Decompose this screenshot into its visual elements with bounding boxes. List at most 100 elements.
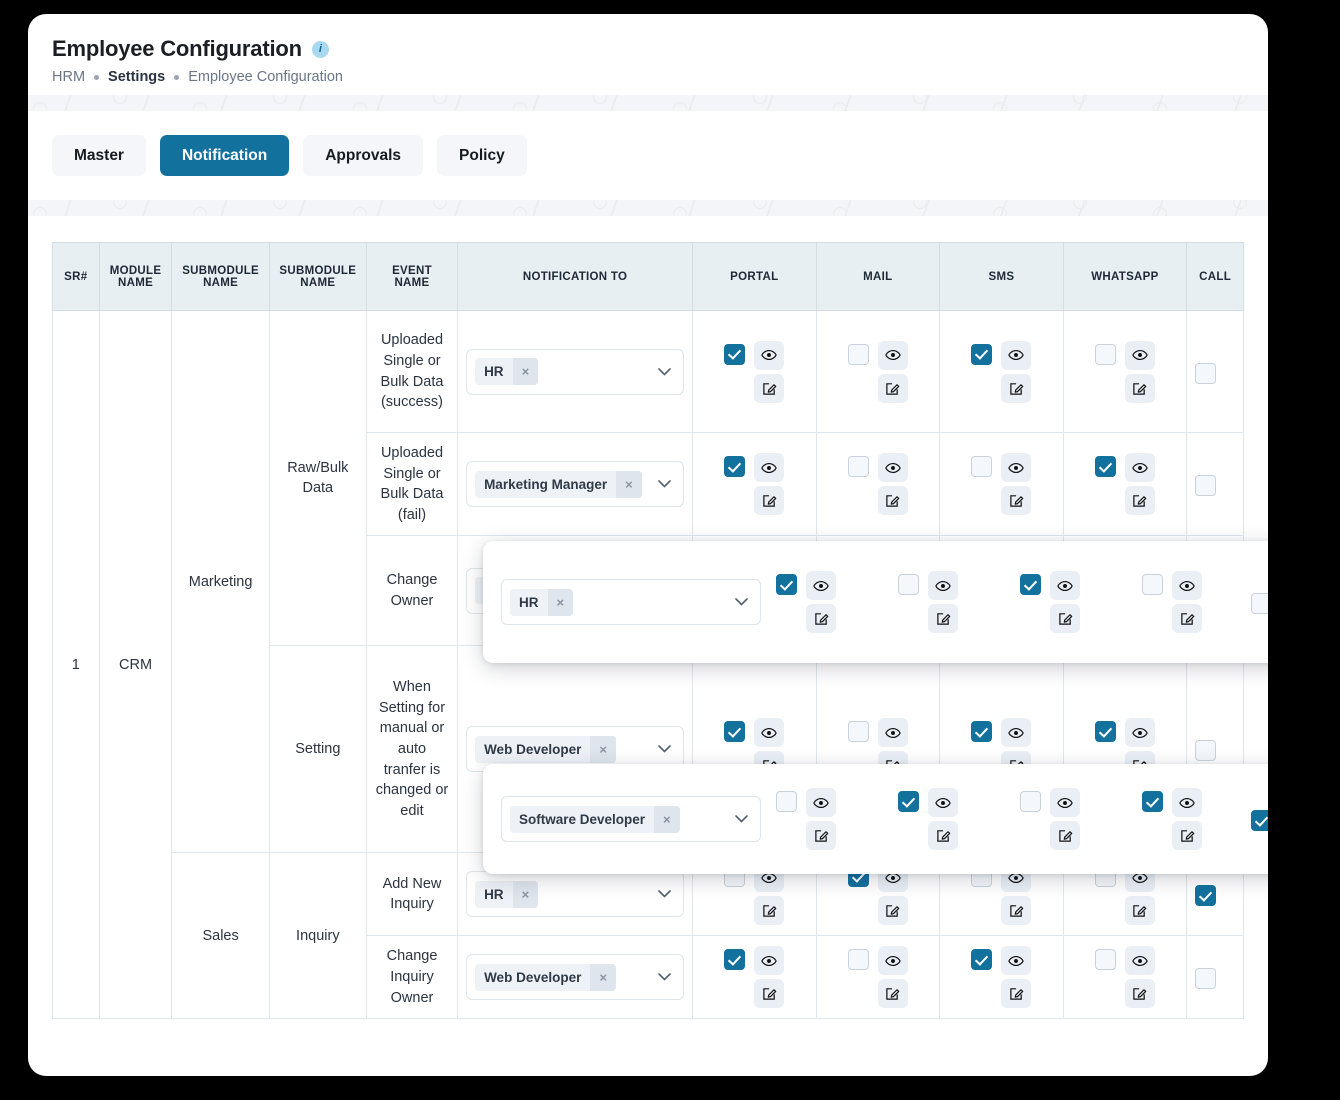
notification-to-overlay-row-3[interactable]: Software Developer ×: [483, 764, 1268, 874]
notification-to-select[interactable]: HR×: [466, 349, 684, 395]
chevron-down-icon[interactable]: [654, 743, 675, 755]
whatsapp-checkbox[interactable]: [1095, 949, 1116, 970]
notification-to-select[interactable]: Marketing Manager×: [466, 461, 684, 507]
sms-checkbox[interactable]: [971, 721, 992, 742]
notification-to-overlay-row-1[interactable]: HR ×: [483, 541, 1268, 663]
breadcrumb-item-settings[interactable]: Settings: [108, 69, 165, 85]
chevron-down-icon[interactable]: [654, 888, 675, 900]
mail-checkbox[interactable]: [848, 949, 869, 970]
eye-icon[interactable]: [1001, 453, 1031, 482]
sms-checkbox[interactable]: [1020, 791, 1041, 812]
eye-icon[interactable]: [928, 788, 958, 817]
edit-icon[interactable]: [1125, 979, 1155, 1008]
eye-icon[interactable]: [806, 788, 836, 817]
eye-icon[interactable]: [1172, 571, 1202, 600]
call-checkbox[interactable]: [1195, 363, 1216, 384]
portal-checkbox[interactable]: [724, 721, 745, 742]
eye-icon[interactable]: [754, 453, 784, 482]
tag-remove-icon[interactable]: ×: [513, 358, 539, 385]
edit-icon[interactable]: [1125, 486, 1155, 515]
edit-icon[interactable]: [1172, 821, 1202, 850]
edit-icon[interactable]: [1001, 486, 1031, 515]
tab-approvals[interactable]: Approvals: [303, 135, 423, 176]
eye-icon[interactable]: [1050, 571, 1080, 600]
edit-icon[interactable]: [878, 374, 908, 403]
edit-icon[interactable]: [754, 486, 784, 515]
chevron-down-icon[interactable]: [654, 971, 675, 983]
edit-icon[interactable]: [928, 821, 958, 850]
call-checkbox[interactable]: [1195, 475, 1216, 496]
edit-icon[interactable]: [754, 896, 784, 925]
tag-remove-icon[interactable]: ×: [590, 964, 616, 991]
whatsapp-checkbox[interactable]: [1095, 721, 1116, 742]
edit-icon[interactable]: [754, 374, 784, 403]
whatsapp-checkbox[interactable]: [1095, 456, 1116, 477]
eye-icon[interactable]: [928, 571, 958, 600]
tag-remove-icon[interactable]: ×: [616, 471, 642, 498]
chevron-down-icon[interactable]: [654, 478, 675, 490]
portal-checkbox[interactable]: [724, 344, 745, 365]
edit-icon[interactable]: [878, 979, 908, 1008]
edit-icon[interactable]: [806, 821, 836, 850]
edit-icon[interactable]: [806, 604, 836, 633]
eye-icon[interactable]: [1050, 788, 1080, 817]
edit-icon[interactable]: [1172, 604, 1202, 633]
tag-remove-icon[interactable]: ×: [654, 806, 680, 833]
mail-checkbox[interactable]: [848, 721, 869, 742]
edit-icon[interactable]: [1050, 821, 1080, 850]
edit-icon[interactable]: [878, 896, 908, 925]
mail-checkbox[interactable]: [898, 791, 919, 812]
breadcrumb-item-hrm[interactable]: HRM: [52, 69, 85, 85]
notification-to-select[interactable]: HR×: [466, 871, 684, 917]
sms-checkbox[interactable]: [971, 344, 992, 365]
whatsapp-checkbox[interactable]: [1142, 791, 1163, 812]
tag-remove-icon[interactable]: ×: [590, 736, 616, 763]
edit-icon[interactable]: [1001, 896, 1031, 925]
portal-checkbox[interactable]: [776, 791, 797, 812]
whatsapp-checkbox[interactable]: [1095, 344, 1116, 365]
call-checkbox[interactable]: [1195, 740, 1216, 761]
sms-checkbox[interactable]: [1020, 574, 1041, 595]
tag-remove-icon[interactable]: ×: [513, 881, 539, 908]
tab-notification[interactable]: Notification: [160, 135, 289, 176]
eye-icon[interactable]: [1001, 946, 1031, 975]
tag-remove-icon[interactable]: ×: [548, 589, 574, 616]
portal-checkbox[interactable]: [724, 949, 745, 970]
notification-to-select[interactable]: HR ×: [501, 579, 761, 625]
edit-icon[interactable]: [1050, 604, 1080, 633]
mail-checkbox[interactable]: [848, 344, 869, 365]
eye-icon[interactable]: [1125, 946, 1155, 975]
edit-icon[interactable]: [1001, 374, 1031, 403]
portal-checkbox[interactable]: [724, 456, 745, 477]
eye-icon[interactable]: [806, 571, 836, 600]
edit-icon[interactable]: [1125, 896, 1155, 925]
call-checkbox[interactable]: [1195, 968, 1216, 989]
eye-icon[interactable]: [878, 718, 908, 747]
sms-checkbox[interactable]: [971, 949, 992, 970]
edit-icon[interactable]: [1125, 374, 1155, 403]
eye-icon[interactable]: [878, 341, 908, 370]
eye-icon[interactable]: [1125, 718, 1155, 747]
whatsapp-checkbox[interactable]: [1142, 574, 1163, 595]
edit-icon[interactable]: [928, 604, 958, 633]
call-checkbox[interactable]: [1251, 593, 1269, 614]
eye-icon[interactable]: [878, 453, 908, 482]
eye-icon[interactable]: [1125, 453, 1155, 482]
eye-icon[interactable]: [1125, 341, 1155, 370]
edit-icon[interactable]: [754, 979, 784, 1008]
sms-checkbox[interactable]: [971, 456, 992, 477]
edit-icon[interactable]: [878, 486, 908, 515]
edit-icon[interactable]: [1001, 979, 1031, 1008]
tab-master[interactable]: Master: [52, 135, 146, 176]
eye-icon[interactable]: [878, 946, 908, 975]
eye-icon[interactable]: [1001, 341, 1031, 370]
eye-icon[interactable]: [754, 718, 784, 747]
mail-checkbox[interactable]: [898, 574, 919, 595]
eye-icon[interactable]: [1172, 788, 1202, 817]
eye-icon[interactable]: [754, 341, 784, 370]
chevron-down-icon[interactable]: [654, 366, 675, 378]
info-icon[interactable]: i: [312, 41, 329, 58]
tab-policy[interactable]: Policy: [437, 135, 527, 176]
mail-checkbox[interactable]: [848, 456, 869, 477]
call-checkbox[interactable]: [1195, 885, 1216, 906]
